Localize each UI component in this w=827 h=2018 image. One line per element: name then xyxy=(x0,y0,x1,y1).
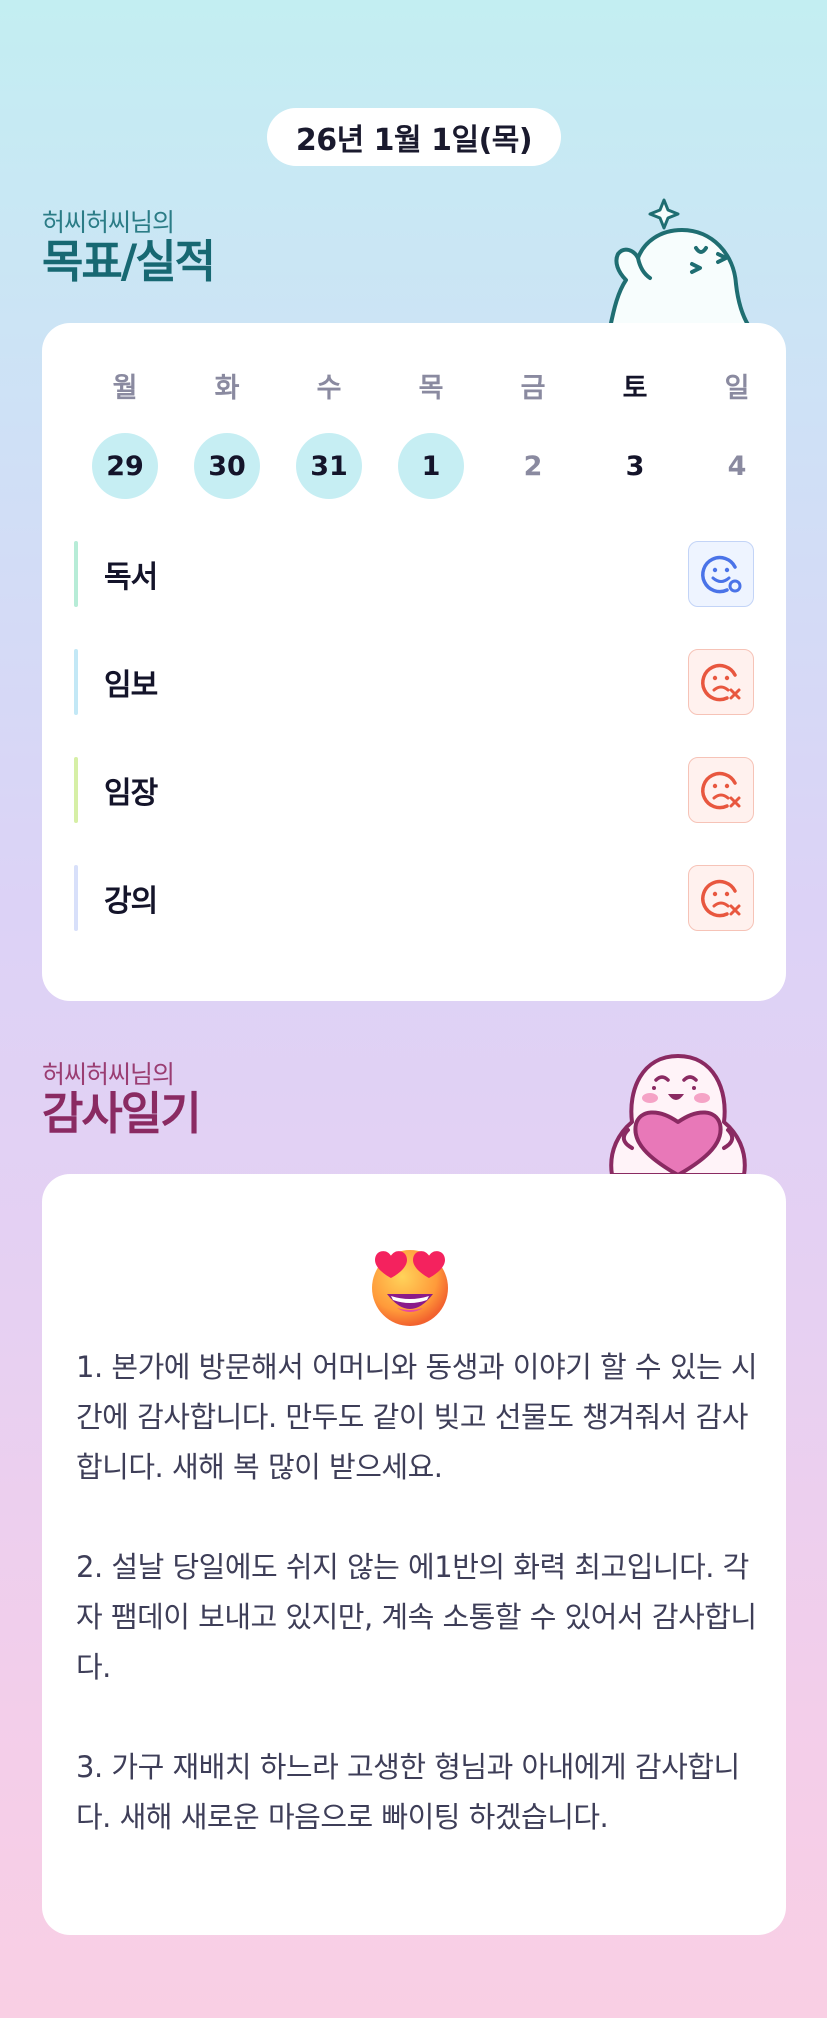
heart-mascot-icon xyxy=(609,1054,747,1175)
day-number[interactable]: 30 xyxy=(194,433,260,499)
day-number[interactable]: 4 xyxy=(704,433,770,499)
goal-color-bar xyxy=(74,757,78,823)
week-calendar: 월 29 화 30 수 31 목 1 금 2 토 3 일 4 xyxy=(74,371,788,499)
day-number[interactable]: 29 xyxy=(92,433,158,499)
thanks-section-title: 허씨허씨님의 감사일기 xyxy=(42,1060,202,1140)
day-column[interactable]: 화 30 xyxy=(176,371,278,499)
goal-label: 독서 xyxy=(104,560,158,595)
date-label[interactable]: 26년 1월 1일(목) xyxy=(267,108,561,166)
thanks-diary-text: 1. 본가에 방문해서 어머니와 동생과 이야기 할 수 있는 시간에 감사합니… xyxy=(76,1350,758,1834)
goal-color-bar xyxy=(74,541,78,607)
smile-check-icon xyxy=(701,555,742,594)
goals-subtitle: 허씨허씨님의 xyxy=(42,208,175,237)
goals-card: 월 29 화 30 수 31 목 1 금 2 토 3 일 4 독서 임보 임장 … xyxy=(42,323,786,1001)
goals-section-title: 허씨허씨님의 목표/실적 xyxy=(42,208,216,288)
day-column[interactable]: 토 3 xyxy=(584,371,686,499)
thanks-subtitle: 허씨허씨님의 xyxy=(42,1060,175,1089)
goal-row[interactable]: 임장 xyxy=(74,757,754,823)
day-number[interactable]: 31 xyxy=(296,433,362,499)
day-name: 일 xyxy=(724,373,750,404)
day-name: 토 xyxy=(622,373,648,404)
day-column[interactable]: 일 4 xyxy=(686,371,788,499)
heart-eyes-emoji-icon xyxy=(372,1250,448,1326)
day-column[interactable]: 금 2 xyxy=(482,371,584,499)
ghost-mascot-icon xyxy=(608,198,750,328)
frown-x-icon xyxy=(701,663,741,702)
day-column[interactable]: 월 29 xyxy=(74,371,176,499)
day-name: 수 xyxy=(316,373,342,404)
thanks-title: 감사일기 xyxy=(42,1087,202,1140)
goal-color-bar xyxy=(74,865,78,931)
day-number[interactable]: 2 xyxy=(500,433,566,499)
day-name: 금 xyxy=(520,373,546,404)
day-name: 월 xyxy=(112,373,138,404)
goal-status-button[interactable] xyxy=(688,757,754,823)
goal-status-button[interactable] xyxy=(688,541,754,607)
day-column[interactable]: 수 31 xyxy=(278,371,380,499)
day-number[interactable]: 1 xyxy=(398,433,464,499)
day-column[interactable]: 목 1 xyxy=(380,371,482,499)
thanks-card: 1. 본가에 방문해서 어머니와 동생과 이야기 할 수 있는 시간에 감사합니… xyxy=(42,1174,786,1935)
goal-status-button[interactable] xyxy=(688,649,754,715)
goal-row[interactable]: 임보 xyxy=(74,649,754,715)
goal-color-bar xyxy=(74,649,78,715)
goal-label: 강의 xyxy=(104,884,158,919)
frown-x-icon xyxy=(701,879,741,918)
goal-label: 임보 xyxy=(104,668,158,703)
day-name: 목 xyxy=(418,373,444,404)
goal-label: 임장 xyxy=(104,776,158,811)
day-number[interactable]: 3 xyxy=(602,433,668,499)
goal-status-button[interactable] xyxy=(688,865,754,931)
goal-row[interactable]: 강의 xyxy=(74,865,754,931)
frown-x-icon xyxy=(701,771,741,810)
goals-title: 목표/실적 xyxy=(42,235,216,288)
goal-row[interactable]: 독서 xyxy=(74,541,754,607)
day-name: 화 xyxy=(214,373,240,404)
